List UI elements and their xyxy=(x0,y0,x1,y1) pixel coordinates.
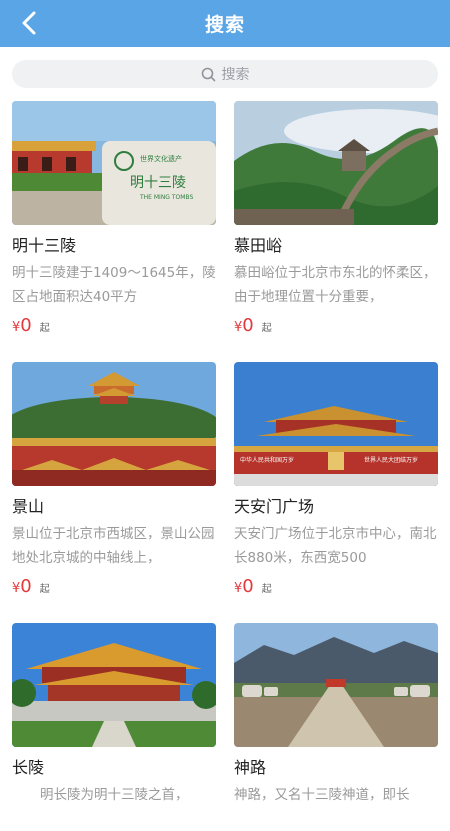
price-suffix: 起 xyxy=(261,323,272,334)
price-suffix: 起 xyxy=(39,584,50,595)
spot-card[interactable]: 慕田峪 慕田峪位于北京市东北的怀柔区，由于地理位置十分重要， ¥ 0 起 xyxy=(234,101,438,337)
spot-image: 中华人民共和国万岁 世界人民大团结万岁 xyxy=(234,362,438,486)
spot-name: 天安门广场 xyxy=(234,497,315,516)
spot-price: ¥ 0 起 xyxy=(12,315,216,337)
price-value: 0 xyxy=(242,576,254,597)
back-button[interactable] xyxy=(14,8,44,38)
spot-name: 明十三陵 xyxy=(12,236,77,255)
currency-symbol: ¥ xyxy=(12,320,21,335)
spot-desc: 明十三陵建于1409～1645年，陵区占地面积达40平方 xyxy=(12,265,216,305)
spot-image xyxy=(12,362,216,486)
app-header: 搜索 xyxy=(0,0,450,47)
currency-symbol: ¥ xyxy=(234,581,243,596)
stone-sign-line-3: THE MING TOMBS xyxy=(139,194,193,201)
spot-image xyxy=(234,101,438,225)
spot-name: 景山 xyxy=(12,497,45,516)
search-placeholder: 搜索 xyxy=(221,67,250,83)
spot-image xyxy=(12,623,216,747)
search-input[interactable]: 搜索 xyxy=(12,60,438,88)
spot-name: 慕田峪 xyxy=(234,236,283,255)
price-value: 0 xyxy=(242,315,254,336)
gate-banner-right: 世界人民大团结万岁 xyxy=(364,456,418,464)
spot-desc: 景山位于北京市西城区，景山公园地处北京城的中轴线上， xyxy=(12,526,215,566)
spot-card[interactable]: 世界文化遗产 明十三陵 THE MING TOMBS 明十三陵 明十三陵建于14… xyxy=(12,101,216,337)
search-icon xyxy=(201,67,215,81)
spot-price: ¥ 0 起 xyxy=(12,576,216,598)
chevron-left-icon xyxy=(22,11,36,35)
spot-card[interactable]: 景山 景山位于北京市西城区，景山公园地处北京城的中轴线上， ¥ 0 起 xyxy=(12,362,216,598)
spot-desc: 天安门广场位于北京市中心，南北长880米，东西宽500 xyxy=(234,526,437,566)
price-suffix: 起 xyxy=(261,584,272,595)
spot-name: 长陵 xyxy=(12,758,45,777)
stone-sign-line-2: 明十三陵 xyxy=(130,175,186,191)
spot-desc: 慕田峪位于北京市东北的怀柔区，由于地理位置十分重要， xyxy=(234,265,437,305)
currency-symbol: ¥ xyxy=(234,320,243,335)
spot-desc: 神路，又名十三陵神道，即长 xyxy=(234,787,410,803)
page-title: 搜索 xyxy=(204,14,245,36)
price-value: 0 xyxy=(20,315,32,336)
price-value: 0 xyxy=(20,576,32,597)
gate-banner-left: 中华人民共和国万岁 xyxy=(240,456,294,464)
spot-price: ¥ 0 起 xyxy=(234,576,438,598)
spot-name: 神路 xyxy=(234,758,267,777)
spot-desc: 明长陵为明十三陵之首， xyxy=(40,787,189,803)
spot-image: 世界文化遗产 明十三陵 THE MING TOMBS xyxy=(12,101,216,225)
price-suffix: 起 xyxy=(39,323,50,334)
spot-card[interactable]: 中华人民共和国万岁 世界人民大团结万岁 天安门广场 天安门广场位于北京市中心，南… xyxy=(234,362,438,598)
currency-symbol: ¥ xyxy=(12,581,21,596)
spot-price: ¥ 0 起 xyxy=(234,315,438,337)
stone-sign-line-1: 世界文化遗产 xyxy=(140,154,182,163)
spot-image xyxy=(234,623,438,747)
